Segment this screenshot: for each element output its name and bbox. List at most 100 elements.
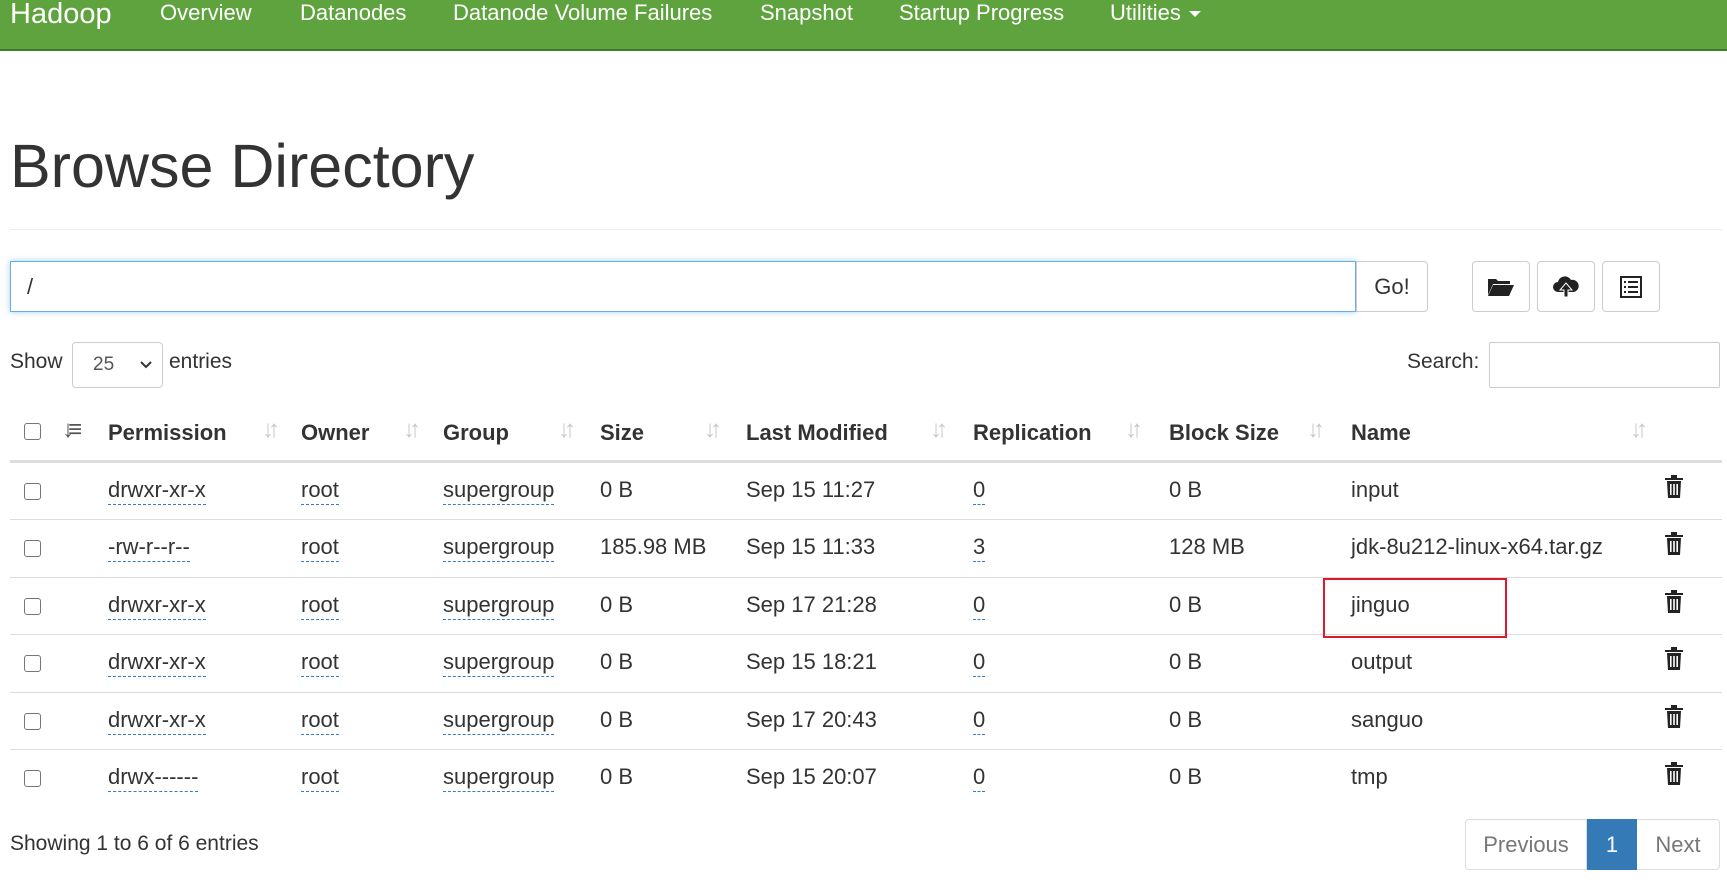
brand-logo[interactable]: Hadoop [10, 0, 112, 31]
nav-overview[interactable]: Overview [160, 0, 252, 26]
trash-icon[interactable] [1664, 590, 1684, 614]
search-label: Search: [1407, 350, 1480, 373]
row-checkbox[interactable] [24, 713, 41, 730]
trash-icon[interactable] [1664, 705, 1684, 729]
col-name[interactable]: Name [1351, 420, 1411, 446]
name-link[interactable]: output [1351, 649, 1412, 675]
permission-link[interactable]: drwxr-xr-x [108, 649, 206, 677]
sort-icon[interactable]: ↓↑ [262, 416, 280, 444]
group-link[interactable]: supergroup [443, 477, 555, 505]
sort-icon[interactable]: ↓↑ [403, 416, 421, 444]
row-checkbox[interactable] [24, 483, 41, 500]
chevron-down-icon [140, 361, 152, 369]
permission-link[interactable]: drwxr-xr-x [108, 592, 206, 620]
nav-datanodes[interactable]: Datanodes [300, 0, 406, 26]
owner-link[interactable]: root [301, 764, 339, 792]
size-value: 0 B [600, 592, 634, 617]
trash-icon[interactable] [1664, 762, 1684, 786]
replication-link[interactable]: 0 [973, 477, 986, 505]
entries-per-page-select[interactable]: 25 [72, 342, 163, 388]
row-checkbox[interactable] [24, 540, 41, 557]
sort-icon[interactable]: ↓≡ [62, 416, 82, 444]
navbar: Hadoop Overview Datanodes Datanode Volum… [0, 0, 1727, 51]
col-owner[interactable]: Owner [301, 420, 369, 446]
col-block-size[interactable]: Block Size [1169, 420, 1279, 446]
cloud-upload-icon [1553, 275, 1579, 297]
owner-link[interactable]: root [301, 649, 339, 677]
group-link[interactable]: supergroup [443, 534, 555, 562]
name-link[interactable]: tmp [1351, 764, 1388, 790]
group-link[interactable]: supergroup [443, 764, 555, 792]
block-size-value: 0 B [1169, 477, 1203, 502]
go-button[interactable]: Go! [1356, 261, 1428, 312]
size-value: 0 B [600, 477, 634, 502]
block-size-value: 0 B [1169, 707, 1203, 732]
table-row: drwx------ root supergroup 0 B Sep 15 20… [10, 749, 1722, 807]
name-link[interactable]: jdk-8u212-linux-x64.tar.gz [1351, 534, 1603, 560]
select-all-checkbox[interactable] [24, 423, 41, 440]
size-value: 185.98 MB [600, 534, 707, 559]
page-title: Browse Directory [10, 132, 475, 200]
permission-link[interactable]: drwxr-xr-x [108, 477, 206, 505]
col-permission[interactable]: Permission [108, 420, 227, 446]
modified-value: Sep 17 21:28 [746, 592, 877, 617]
name-link[interactable]: sanguo [1351, 707, 1423, 733]
divider [10, 229, 1722, 230]
table-row: -rw-r--r-- root supergroup 185.98 MB Sep… [10, 519, 1722, 577]
nav-startup-progress[interactable]: Startup Progress [899, 0, 1064, 26]
row-checkbox[interactable] [24, 598, 41, 615]
owner-link[interactable]: root [301, 592, 339, 620]
owner-link[interactable]: root [301, 534, 339, 562]
trash-icon[interactable] [1664, 647, 1684, 671]
owner-link[interactable]: root [301, 707, 339, 735]
group-link[interactable]: supergroup [443, 649, 555, 677]
col-size[interactable]: Size [600, 420, 644, 446]
col-last-modified[interactable]: Last Modified [746, 420, 888, 446]
replication-link[interactable]: 0 [973, 649, 986, 677]
sort-icon[interactable]: ↓↑ [1307, 416, 1325, 444]
sort-icon[interactable]: ↓↑ [1125, 416, 1143, 444]
name-link[interactable]: input [1351, 477, 1399, 503]
replication-link[interactable]: 0 [973, 764, 986, 792]
row-checkbox[interactable] [24, 655, 41, 672]
nav-utilities[interactable]: Utilities [1110, 0, 1201, 26]
group-link[interactable]: supergroup [443, 592, 555, 620]
permission-link[interactable]: drwxr-xr-x [108, 707, 206, 735]
page-1-button[interactable]: 1 [1587, 819, 1637, 870]
table-row: drwxr-xr-x root supergroup 0 B Sep 15 18… [10, 634, 1722, 692]
search-input[interactable] [1489, 342, 1720, 388]
replication-link[interactable]: 0 [973, 592, 986, 620]
nav-datanode-volume-failures[interactable]: Datanode Volume Failures [453, 0, 712, 26]
next-page-button[interactable]: Next [1637, 819, 1720, 870]
previous-page-button[interactable]: Previous [1465, 819, 1587, 870]
entries-label: entries [169, 350, 233, 373]
group-link[interactable]: supergroup [443, 707, 555, 735]
sort-icon[interactable]: ↓↑ [930, 416, 948, 444]
trash-icon[interactable] [1664, 532, 1684, 556]
size-value: 0 B [600, 764, 634, 789]
modified-value: Sep 17 20:43 [746, 707, 877, 732]
replication-link[interactable]: 3 [973, 534, 986, 562]
block-size-value: 128 MB [1169, 534, 1245, 559]
owner-link[interactable]: root [301, 477, 339, 505]
replication-link[interactable]: 0 [973, 707, 986, 735]
entries-selected-value: 25 [93, 354, 115, 375]
sort-icon[interactable]: ↓↑ [1630, 416, 1648, 444]
upload-files-button[interactable] [1537, 261, 1595, 312]
folder-open-icon [1488, 278, 1514, 296]
cut-paste-button[interactable] [1602, 261, 1660, 312]
permission-link[interactable]: drwx------ [108, 764, 199, 792]
col-group[interactable]: Group [443, 420, 509, 446]
trash-icon[interactable] [1664, 475, 1684, 499]
sort-icon[interactable]: ↓↑ [704, 416, 722, 444]
table-row: drwxr-xr-x root supergroup 0 B Sep 15 11… [10, 462, 1722, 520]
directory-path-input[interactable] [10, 261, 1356, 312]
block-size-value: 0 B [1169, 649, 1203, 674]
sort-icon[interactable]: ↓↑ [558, 416, 576, 444]
row-checkbox[interactable] [24, 770, 41, 787]
permission-link[interactable]: -rw-r--r-- [108, 534, 190, 562]
nav-snapshot[interactable]: Snapshot [760, 0, 853, 26]
create-directory-button[interactable] [1472, 261, 1530, 312]
col-replication[interactable]: Replication [973, 420, 1092, 446]
block-size-value: 0 B [1169, 764, 1203, 789]
